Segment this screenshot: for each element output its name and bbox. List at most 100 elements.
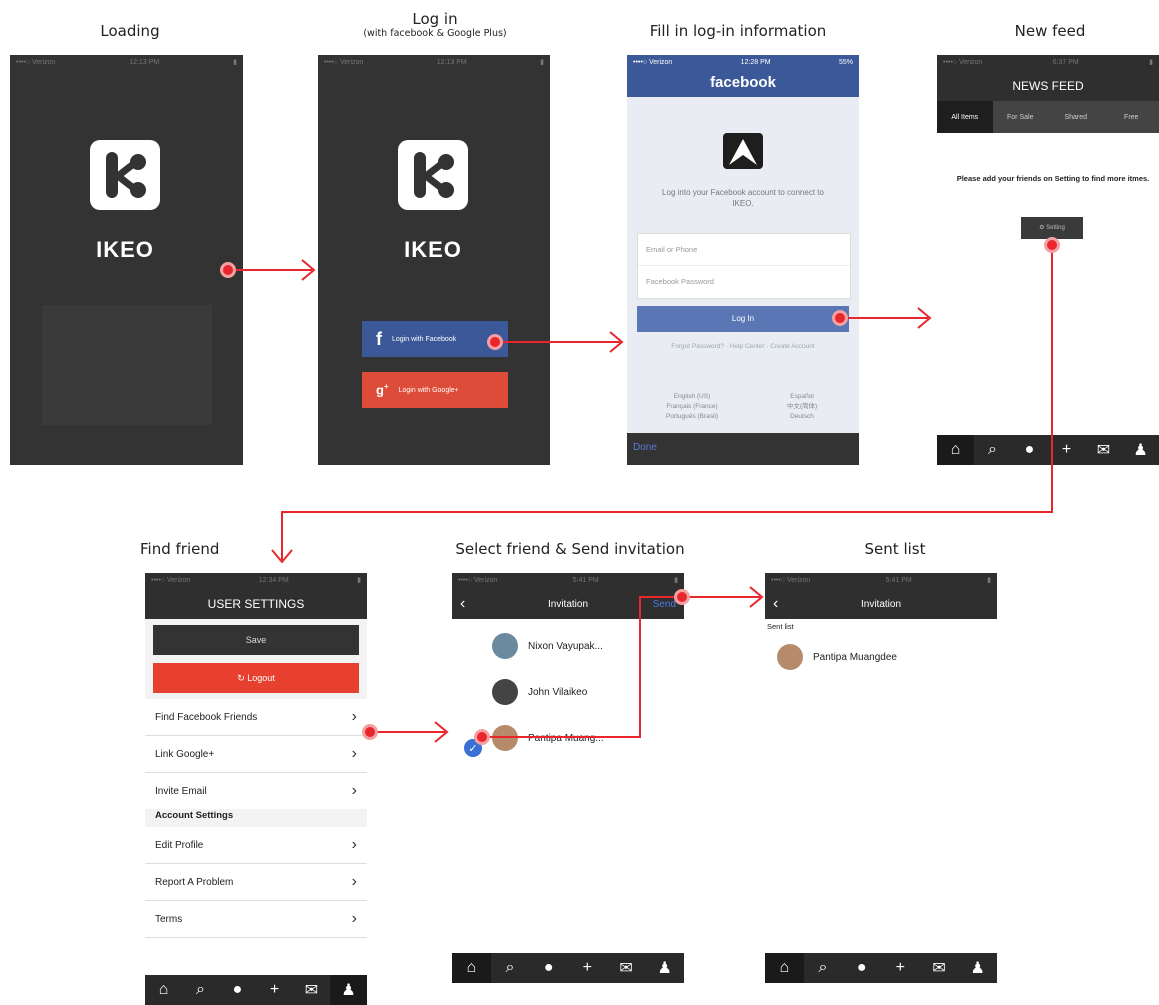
home-icon[interactable]: ⌂ xyxy=(765,953,804,983)
settings-navbar: USER SETTINGS xyxy=(145,589,367,619)
chevron-right-icon: › xyxy=(351,708,357,725)
setting-button[interactable]: ⚙ Setting xyxy=(1021,217,1083,239)
password-field[interactable]: Facebook Password xyxy=(638,266,850,297)
facebook-login-button[interactable]: Log In xyxy=(637,306,849,332)
chat-icon[interactable]: ● xyxy=(529,953,568,983)
battery-text: 55% xyxy=(838,59,853,66)
home-icon[interactable]: ⌂ xyxy=(145,975,182,1005)
tab-free[interactable]: Free xyxy=(1104,101,1159,133)
time-text: 5:41 PM xyxy=(885,577,912,584)
mail-icon[interactable]: ✉ xyxy=(607,953,646,983)
row-terms[interactable]: Terms › xyxy=(145,901,367,938)
login-form: Email or Phone Facebook Password xyxy=(637,233,851,299)
page-title: Invitation xyxy=(860,598,902,610)
time-text: 12:13 PM xyxy=(436,59,467,66)
home-icon[interactable]: ⌂ xyxy=(937,435,974,465)
login-google-label: Login with Google+ xyxy=(398,386,459,394)
login-google-button[interactable]: g+ Login with Google+ xyxy=(362,372,508,408)
loading-panel xyxy=(42,305,212,425)
chat-icon[interactable]: ● xyxy=(842,953,881,983)
user-icon[interactable]: ♟ xyxy=(958,953,997,983)
tab-shared[interactable]: Shared xyxy=(1048,101,1104,133)
invitation-navbar: ‹ Invitation Send xyxy=(452,589,684,619)
battery-icon: ▮ xyxy=(674,577,678,584)
battery-icon: ▮ xyxy=(987,577,991,584)
sent-list-label: Sent list xyxy=(767,622,794,631)
tab-for-sale[interactable]: For Sale xyxy=(993,101,1049,133)
language-link[interactable]: Español xyxy=(757,392,847,402)
language-link[interactable]: Português (Brasil) xyxy=(647,412,737,422)
app-logo-icon xyxy=(723,133,763,169)
row-find-facebook-friends[interactable]: Find Facebook Friends › xyxy=(145,699,367,736)
mail-icon[interactable]: ✉ xyxy=(293,975,330,1005)
plus-icon[interactable]: + xyxy=(1048,435,1085,465)
plus-icon[interactable]: + xyxy=(568,953,607,983)
user-icon[interactable]: ♟ xyxy=(645,953,684,983)
language-link[interactable]: Français (France) xyxy=(647,402,737,412)
plus-icon[interactable]: + xyxy=(881,953,920,983)
plus-icon[interactable]: + xyxy=(256,975,293,1005)
email-field[interactable]: Email or Phone xyxy=(638,234,850,266)
chat-icon[interactable]: ● xyxy=(1011,435,1048,465)
chat-icon[interactable]: ● xyxy=(219,975,256,1005)
chevron-right-icon: › xyxy=(351,782,357,799)
empty-feed-message: Please add your friends on Setting to fi… xyxy=(956,174,1150,183)
row-report-problem[interactable]: Report A Problem › xyxy=(145,864,367,901)
language-list-left: English (US) Français (France) Português… xyxy=(647,392,737,422)
phone-invitation: ••••○ Verizon 5:41 PM ▮ ‹ Invitation Send … xyxy=(452,573,684,983)
back-icon[interactable]: ‹ xyxy=(460,595,465,613)
carrier-text: ••••○ Verizon xyxy=(943,59,983,66)
done-button[interactable]: Done xyxy=(633,442,657,453)
tab-bar: ⌂ ⌕ ● + ✉ ♟ xyxy=(452,953,684,983)
friend-row[interactable]: Pantipa Muang... xyxy=(452,715,684,761)
search-icon[interactable]: ⌕ xyxy=(182,975,219,1005)
facebook-header: facebook xyxy=(627,71,859,97)
friend-row[interactable]: Pantipa Muangdee xyxy=(765,634,997,680)
friend-row[interactable]: Nixon Vayupak... xyxy=(452,623,684,669)
row-label: Terms xyxy=(155,913,183,925)
carrier-text: ••••○ Verizon xyxy=(151,577,191,584)
friend-name: Pantipa Muangdee xyxy=(813,651,897,663)
user-icon[interactable]: ♟ xyxy=(1122,435,1159,465)
row-link-google[interactable]: Link Google+ › xyxy=(145,736,367,773)
friend-row[interactable]: John Vilaikeo xyxy=(452,669,684,715)
row-edit-profile[interactable]: Edit Profile › xyxy=(145,827,367,864)
time-text: 12:13 PM xyxy=(129,59,160,66)
tab-bar: ⌂ ⌕ ● + ✉ ♟ xyxy=(145,975,367,1005)
facebook-icon: f xyxy=(376,328,382,349)
language-link[interactable]: Deutsch xyxy=(757,412,847,422)
logout-button[interactable]: ↻ Logout xyxy=(153,663,359,693)
back-icon[interactable]: ‹ xyxy=(773,595,778,613)
search-icon[interactable]: ⌕ xyxy=(804,953,843,983)
status-bar: ••••○ Verizon 12:28 PM 55% xyxy=(627,55,859,71)
search-icon[interactable]: ⌕ xyxy=(974,435,1011,465)
save-button[interactable]: Save xyxy=(153,625,359,655)
time-text: 12:28 PM xyxy=(740,59,771,66)
facebook-links[interactable]: Forgot Password? · Help Center · Create … xyxy=(637,343,849,350)
home-icon[interactable]: ⌂ xyxy=(452,953,491,983)
newsfeed-navbar: NEWS FEED xyxy=(937,71,1159,101)
caption-login-title: Log in xyxy=(412,10,458,28)
invitation-navbar: ‹ Invitation xyxy=(765,589,997,619)
app-name: IKEO xyxy=(96,237,154,262)
chevron-right-icon: › xyxy=(351,745,357,762)
user-icon[interactable]: ♟ xyxy=(330,975,367,1005)
friend-name: Nixon Vayupak... xyxy=(528,640,603,652)
mail-icon[interactable]: ✉ xyxy=(1085,435,1122,465)
send-button[interactable]: Send xyxy=(653,599,676,610)
phone-settings: ••••○ Verizon 12:34 PM ▮ USER SETTINGS Sav… xyxy=(145,573,367,1005)
login-facebook-button[interactable]: f Login with Facebook xyxy=(362,321,508,357)
mail-icon[interactable]: ✉ xyxy=(920,953,959,983)
logout-label: Logout xyxy=(247,673,275,683)
row-invite-email[interactable]: Invite Email › xyxy=(145,773,367,809)
friend-name: Pantipa Muang... xyxy=(528,732,604,744)
checkmark-icon[interactable]: ✓ xyxy=(464,739,482,757)
search-icon[interactable]: ⌕ xyxy=(491,953,530,983)
language-link[interactable]: 中文(简体) xyxy=(757,402,847,412)
caption-fill: Fill in log-in information xyxy=(649,22,827,40)
phone-sent-list: ••••○ Verizon 5:41 PM ▮ ‹ Invitation Sent … xyxy=(765,573,997,983)
language-link[interactable]: English (US) xyxy=(647,392,737,402)
battery-icon: ▮ xyxy=(540,59,544,66)
arrow-head xyxy=(749,586,764,608)
tab-all-items[interactable]: All Items xyxy=(937,101,993,133)
